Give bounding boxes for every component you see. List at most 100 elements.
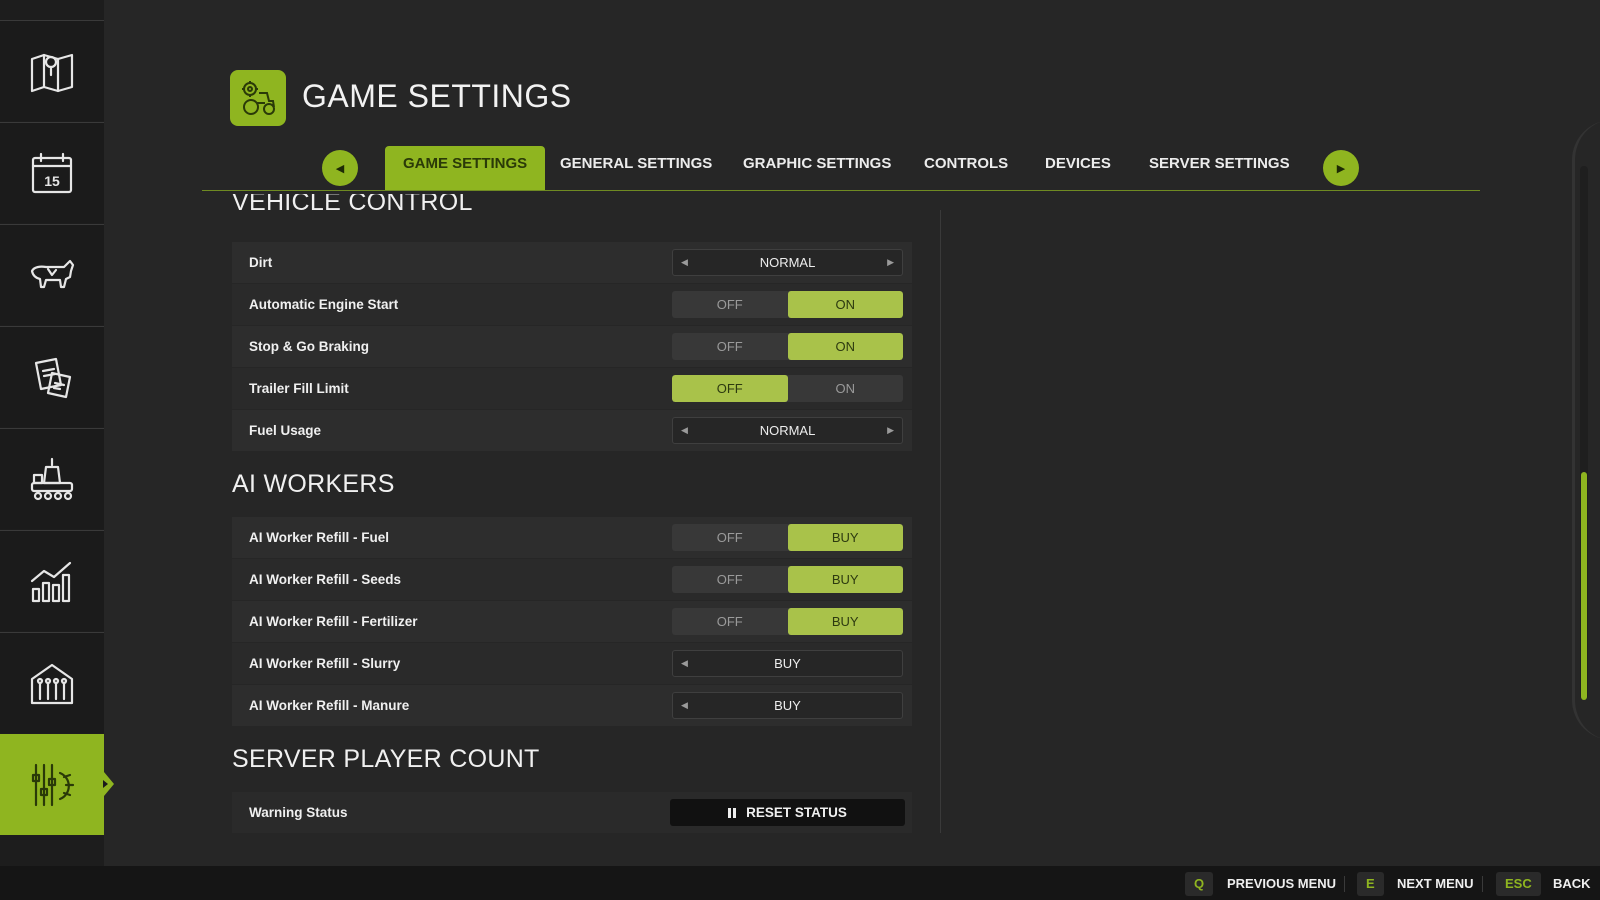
- chevron-left-icon: ◀: [335, 162, 345, 175]
- setting-row-ai-refill-fertilizer: AI Worker Refill - Fertilizer OFF BUY: [232, 601, 912, 642]
- footer-separator: [1482, 876, 1483, 892]
- active-indicator-inner: [103, 780, 108, 788]
- toggle-off-option[interactable]: OFF: [672, 608, 788, 635]
- cow-icon: [30, 259, 75, 289]
- svg-text:15: 15: [44, 173, 60, 189]
- sidebar-item-contracts[interactable]: [0, 326, 104, 427]
- ai-refill-slurry-selector[interactable]: ◀ BUY: [672, 650, 903, 677]
- sidebar-item-map[interactable]: [0, 20, 104, 121]
- toggle-buy-option[interactable]: BUY: [787, 608, 903, 635]
- sidebar-item-calendar[interactable]: 15: [0, 122, 104, 223]
- setting-row-ai-refill-slurry: AI Worker Refill - Slurry ◀ BUY: [232, 643, 912, 684]
- selector-value: BUY: [774, 656, 801, 671]
- setting-label: AI Worker Refill - Seeds: [249, 572, 402, 587]
- footer-separator: [1344, 876, 1345, 892]
- key-hint-esc: ESC: [1496, 872, 1541, 896]
- selector-value: BUY: [774, 698, 801, 713]
- tab-controls[interactable]: CONTROLS: [924, 146, 1008, 190]
- tab-next-button[interactable]: ▶: [1323, 150, 1359, 186]
- setting-row-ai-refill-seeds: AI Worker Refill - Seeds OFF BUY: [232, 559, 912, 600]
- content-divider: [940, 210, 941, 833]
- setting-label: Fuel Usage: [249, 423, 322, 438]
- section-title-server-player-count: SERVER PLAYER COUNT: [232, 745, 540, 773]
- section-title-vehicle-control: VEHICLE CONTROL: [232, 194, 473, 216]
- arrow-right-icon[interactable]: ▶: [887, 257, 894, 268]
- arrow-left-icon[interactable]: ◀: [681, 425, 688, 436]
- setting-label: Warning Status: [249, 805, 348, 820]
- setting-label: Automatic Engine Start: [249, 297, 399, 312]
- sidebar-item-barn[interactable]: [0, 632, 104, 733]
- toggle-on-option[interactable]: ON: [787, 291, 903, 318]
- setting-row-ai-refill-fuel: AI Worker Refill - Fuel OFF BUY: [232, 517, 912, 558]
- statistics-icon: [30, 561, 72, 603]
- toggle-off-option[interactable]: OFF: [672, 333, 788, 360]
- toggle-off-option[interactable]: OFF: [672, 524, 788, 551]
- production-icon: [30, 457, 74, 501]
- dirt-selector[interactable]: ◀ NORMAL ▶: [672, 249, 903, 276]
- button-label: RESET STATUS: [746, 805, 847, 820]
- fuel-usage-selector[interactable]: ◀ NORMAL ▶: [672, 417, 903, 444]
- arrow-left-icon[interactable]: ◀: [681, 257, 688, 268]
- barn-icon: [30, 663, 74, 705]
- arrow-left-icon[interactable]: ◀: [681, 658, 688, 669]
- toggle-on-option[interactable]: ON: [787, 333, 903, 360]
- reset-status-button[interactable]: RESET STATUS: [670, 799, 905, 826]
- tab-devices[interactable]: DEVICES: [1045, 146, 1111, 190]
- map-icon: [30, 53, 74, 93]
- tab-prev-button[interactable]: ◀: [322, 150, 358, 186]
- setting-row-stop-go-braking: Stop & Go Braking OFF ON: [232, 326, 912, 367]
- tab-game-settings[interactable]: GAME SETTINGS: [385, 146, 546, 190]
- ai-refill-fuel-toggle[interactable]: OFF BUY: [672, 524, 903, 551]
- setting-label: AI Worker Refill - Slurry: [249, 656, 401, 671]
- toggle-off-option[interactable]: OFF: [672, 566, 788, 593]
- section-vehicle-control-clip: VEHICLE CONTROL: [232, 194, 912, 218]
- toggle-buy-option[interactable]: BUY: [787, 566, 903, 593]
- setting-row-warning-status: Warning Status RESET STATUS: [232, 792, 912, 833]
- setting-row-dirt: Dirt ◀ NORMAL ▶: [232, 242, 912, 283]
- sidebar-item-statistics[interactable]: [0, 530, 104, 631]
- setting-label: Trailer Fill Limit: [249, 381, 349, 396]
- page-title: GAME SETTINGS: [302, 78, 572, 114]
- pause-icon: [728, 807, 737, 818]
- toggle-off-option[interactable]: OFF: [672, 291, 788, 318]
- back-button[interactable]: BACK: [1553, 876, 1591, 891]
- section-title-ai-workers: AI WORKERS: [232, 470, 395, 498]
- setting-label: Stop & Go Braking: [249, 339, 370, 354]
- trailer-fill-limit-toggle[interactable]: OFF ON: [672, 375, 903, 402]
- sidebar-item-production[interactable]: [0, 428, 104, 529]
- tab-bar: ◀ GAME SETTINGS GENERAL SETTINGS GRAPHIC…: [202, 146, 1480, 191]
- ai-refill-manure-selector[interactable]: ◀ BUY: [672, 692, 903, 719]
- key-hint-q: Q: [1185, 872, 1214, 896]
- key-hint-e: E: [1357, 872, 1384, 896]
- toggle-buy-option[interactable]: BUY: [787, 524, 903, 551]
- arrow-left-icon[interactable]: ◀: [681, 700, 688, 711]
- footer-bar: Q PREVIOUS MENU E NEXT MENU ESC BACK: [0, 866, 1600, 900]
- tab-graphic-settings[interactable]: GRAPHIC SETTINGS: [743, 146, 891, 190]
- toggle-on-option[interactable]: ON: [788, 375, 904, 402]
- setting-label: AI Worker Refill - Fertilizer: [249, 614, 418, 629]
- arrow-right-icon[interactable]: ▶: [887, 425, 894, 436]
- selector-value: NORMAL: [759, 423, 816, 438]
- sidebar: 15: [0, 0, 114, 866]
- sidebar-item-animals[interactable]: [0, 224, 104, 325]
- settings-sliders-icon: [31, 763, 75, 806]
- scrollbar-thumb[interactable]: [1581, 472, 1587, 700]
- ai-refill-seeds-toggle[interactable]: OFF BUY: [672, 566, 903, 593]
- tab-server-settings[interactable]: SERVER SETTINGS: [1149, 146, 1290, 190]
- stop-go-braking-toggle[interactable]: OFF ON: [672, 333, 903, 360]
- setting-row-trailer-fill-limit: Trailer Fill Limit OFF ON: [232, 368, 912, 409]
- ai-refill-fertilizer-toggle[interactable]: OFF BUY: [672, 608, 903, 635]
- setting-row-ai-refill-manure: AI Worker Refill - Manure ◀ BUY: [232, 685, 912, 726]
- automatic-engine-start-toggle[interactable]: OFF ON: [672, 291, 903, 318]
- setting-label: Dirt: [249, 255, 273, 270]
- chevron-right-icon: ▶: [1336, 162, 1346, 175]
- tractor-gear-icon: [242, 81, 275, 115]
- toggle-off-option[interactable]: OFF: [672, 375, 788, 402]
- game-settings-icon: [230, 70, 286, 126]
- previous-menu-button[interactable]: PREVIOUS MENU: [1227, 876, 1336, 891]
- sidebar-item-settings[interactable]: [0, 734, 114, 835]
- setting-label: AI Worker Refill - Fuel: [249, 530, 390, 545]
- next-menu-button[interactable]: NEXT MENU: [1397, 876, 1474, 891]
- calendar-icon: 15: [31, 152, 73, 194]
- tab-general-settings[interactable]: GENERAL SETTINGS: [560, 146, 712, 190]
